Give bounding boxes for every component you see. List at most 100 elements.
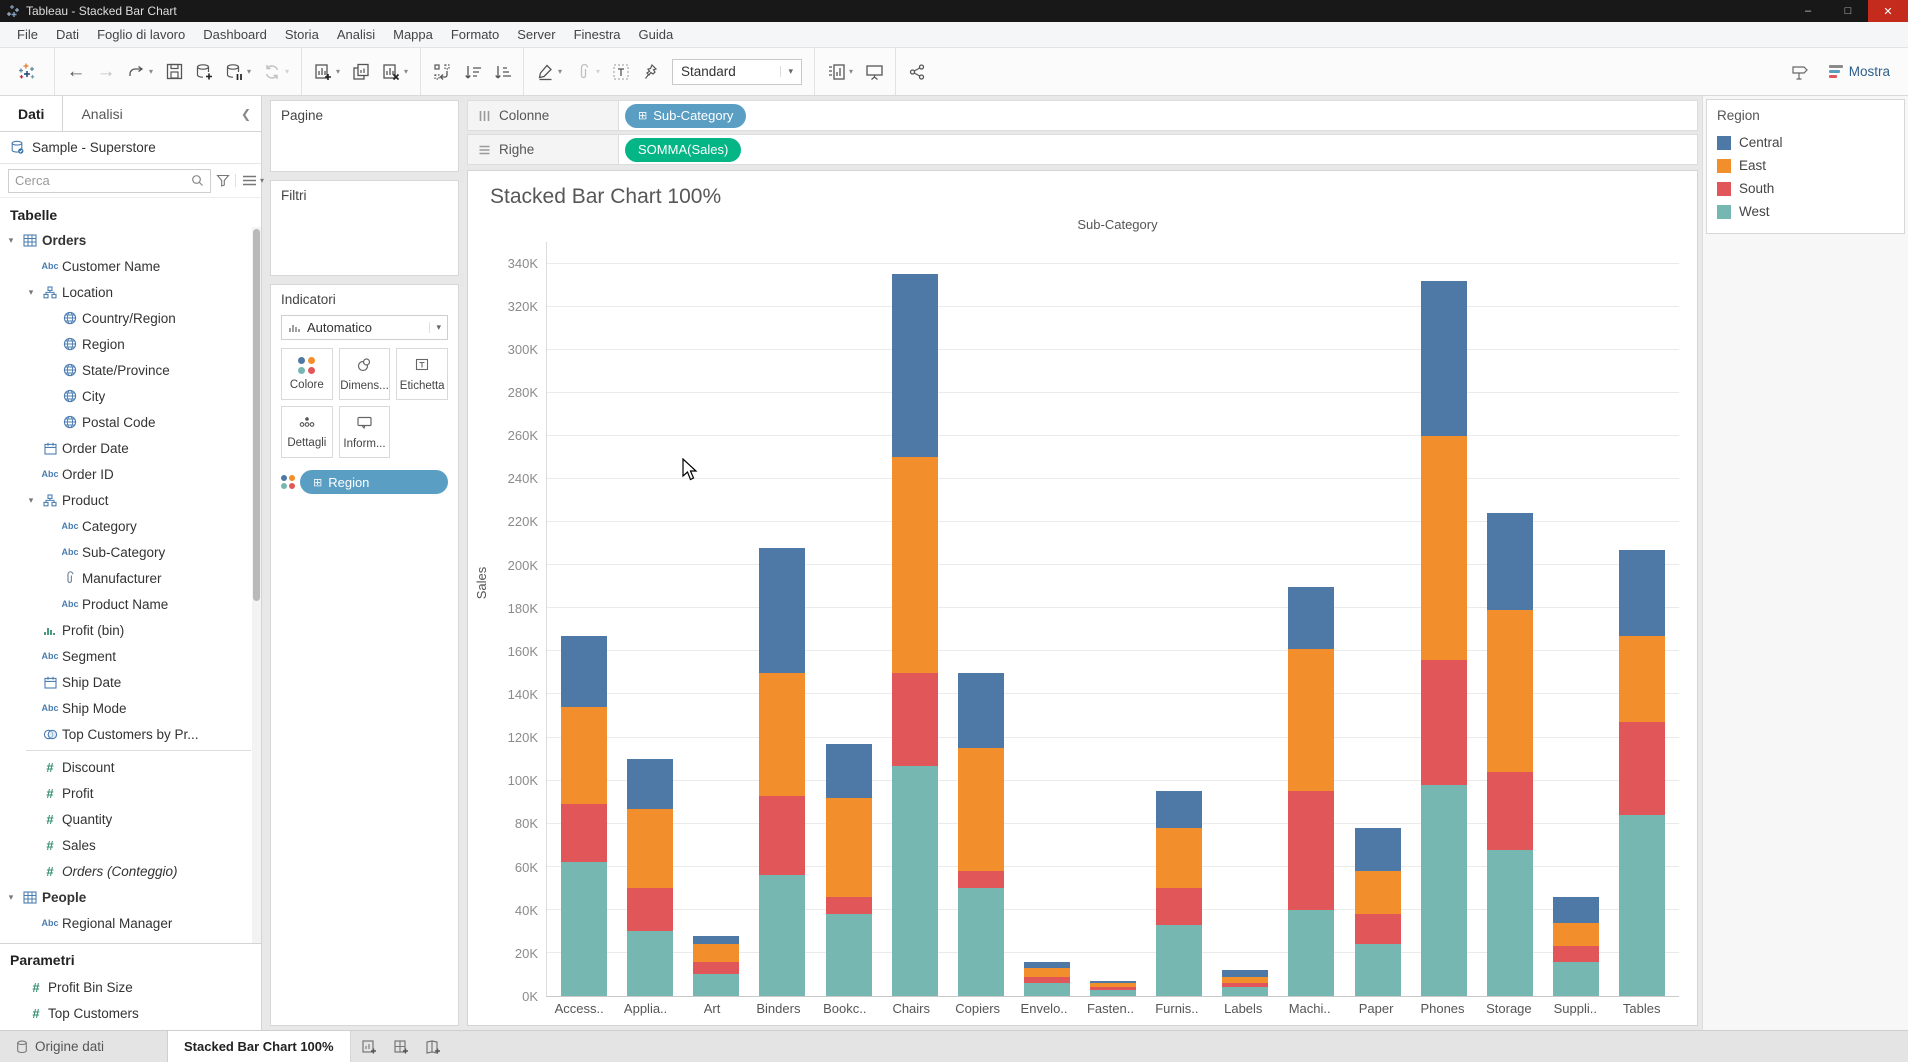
field-top-customers-by-pr-[interactable]: Top Customers by Pr... [0, 721, 261, 747]
undo-button[interactable]: ← [61, 56, 91, 88]
new-worksheet-tab-button[interactable] [355, 1034, 385, 1060]
field-ship-mode[interactable]: AbcShip Mode [0, 695, 261, 721]
collapse-pane-icon[interactable]: ❮ [231, 96, 261, 131]
field-quantity[interactable]: #Quantity [0, 806, 261, 832]
field-orders[interactable]: ▾Orders [0, 227, 261, 253]
field-sub-category[interactable]: AbcSub-Category [0, 539, 261, 565]
field-segment[interactable]: AbcSegment [0, 643, 261, 669]
bar-segment-west[interactable] [693, 974, 739, 996]
bar-segment-east[interactable] [892, 457, 938, 672]
bar-segment-east[interactable] [759, 673, 805, 796]
bar-segment-central[interactable] [759, 548, 805, 673]
datasource-row[interactable]: Sample - Superstore [0, 132, 261, 164]
marks-button-tooltip[interactable]: Inform... [339, 406, 391, 458]
bar-segment-east[interactable] [1619, 636, 1665, 722]
sheet-tab-active[interactable]: Stacked Bar Chart 100% [168, 1031, 351, 1062]
field-discount[interactable]: #Discount [0, 754, 261, 780]
stacked-bar[interactable] [1222, 242, 1268, 996]
bar-segment-south[interactable] [1288, 791, 1334, 909]
pages-card[interactable]: Pagine [270, 100, 459, 172]
menu-file[interactable]: File [8, 22, 47, 47]
field-location[interactable]: ▾Location [0, 279, 261, 305]
field-orders-conteggio-[interactable]: #Orders (Conteggio) [0, 858, 261, 884]
presentation-mode-button[interactable] [859, 56, 889, 88]
bar-segment-central[interactable] [627, 759, 673, 809]
bar-segment-south[interactable] [826, 897, 872, 914]
search-input[interactable] [15, 173, 191, 188]
bar-segment-central[interactable] [1619, 550, 1665, 636]
bar-segment-west[interactable] [1090, 990, 1136, 996]
field-manufacturer[interactable]: Manufacturer [0, 565, 261, 591]
legend-entry-east[interactable]: East [1717, 154, 1894, 177]
bar-segment-east[interactable] [627, 809, 673, 889]
menu-storia[interactable]: Storia [276, 22, 328, 47]
field-ship-date[interactable]: Ship Date [0, 669, 261, 695]
field-region[interactable]: Region [0, 331, 261, 357]
bar-segment-west[interactable] [1156, 925, 1202, 996]
bar-segment-central[interactable] [561, 636, 607, 707]
tableau-home-icon[interactable] [12, 56, 42, 88]
menu-guida[interactable]: Guida [630, 22, 683, 47]
parameter-profit-bin-size[interactable]: #Profit Bin Size [0, 974, 261, 1000]
expand-caret-icon[interactable]: ▾ [24, 495, 38, 506]
columns-shelf-pills[interactable]: ⊞ Sub-Category [619, 100, 1698, 131]
bar-segment-south[interactable] [1355, 914, 1401, 944]
bar-segment-east[interactable] [1553, 923, 1599, 947]
maximize-button[interactable]: □ [1828, 0, 1868, 22]
new-worksheet-caret[interactable]: ▾ [336, 67, 346, 76]
stacked-bar[interactable] [1156, 242, 1202, 996]
bar-segment-south[interactable] [693, 962, 739, 975]
field-order-date[interactable]: Order Date [0, 435, 261, 461]
menu-foglio-di-lavoro[interactable]: Foglio di lavoro [88, 22, 194, 47]
bar-segment-central[interactable] [1487, 513, 1533, 610]
menu-dashboard[interactable]: Dashboard [194, 22, 276, 47]
bar-segment-central[interactable] [693, 936, 739, 945]
bar-segment-south[interactable] [1619, 722, 1665, 815]
bar-segment-east[interactable] [1421, 436, 1467, 660]
highlight-button[interactable] [530, 56, 560, 88]
close-button[interactable]: ✕ [1868, 0, 1908, 22]
replay-caret[interactable]: ▾ [149, 67, 159, 76]
bar-segment-west[interactable] [892, 766, 938, 997]
save-button[interactable] [159, 56, 189, 88]
stacked-bar[interactable] [1355, 242, 1401, 996]
bar-segment-west[interactable] [759, 875, 805, 996]
bar-segment-west[interactable] [826, 914, 872, 996]
field-order-id[interactable]: AbcOrder ID [0, 461, 261, 487]
bar-segment-west[interactable] [1222, 987, 1268, 996]
bar-segment-east[interactable] [826, 798, 872, 897]
marks-button-color[interactable]: Colore [281, 348, 333, 400]
bar-segment-west[interactable] [1619, 815, 1665, 996]
stacked-bar[interactable] [1288, 242, 1334, 996]
stacked-bar[interactable] [759, 242, 805, 996]
sort-ascending-button[interactable] [457, 56, 487, 88]
bar-segment-south[interactable] [1156, 888, 1202, 925]
bar-segment-east[interactable] [1288, 649, 1334, 791]
bar-segment-east[interactable] [1156, 828, 1202, 888]
share-button[interactable] [902, 56, 932, 88]
fields-scrollbar[interactable] [252, 227, 261, 943]
legend-entry-central[interactable]: Central [1717, 131, 1894, 154]
bar-segment-west[interactable] [1288, 910, 1334, 996]
bar-segment-central[interactable] [958, 673, 1004, 748]
stacked-bar[interactable] [958, 242, 1004, 996]
show-mark-labels-caret[interactable]: ▾ [849, 67, 859, 76]
bar-segment-west[interactable] [1024, 983, 1070, 996]
bar-segment-west[interactable] [1421, 785, 1467, 996]
view-options-icon[interactable]: ▾ [235, 174, 264, 187]
expand-caret-icon[interactable]: ▾ [4, 892, 18, 903]
bar-segment-central[interactable] [1156, 791, 1202, 828]
tooltip-toolbar-icon[interactable] [1785, 56, 1815, 88]
swap-axes-button[interactable] [427, 56, 457, 88]
refresh-button[interactable] [257, 56, 287, 88]
menu-formato[interactable]: Formato [442, 22, 508, 47]
stacked-bar[interactable] [1487, 242, 1533, 996]
stacked-bar[interactable] [1421, 242, 1467, 996]
stacked-bar[interactable] [1090, 242, 1136, 996]
bar-segment-south[interactable] [561, 804, 607, 862]
rows-shelf-pills[interactable]: SOMMA(Sales) [619, 134, 1698, 165]
x-axis-labels[interactable]: Access..Applia..ArtBindersBookc..ChairsC… [468, 1001, 1697, 1025]
bar-segment-east[interactable] [958, 748, 1004, 871]
refresh-caret[interactable]: ▾ [285, 67, 295, 76]
new-story-tab-button[interactable] [419, 1034, 449, 1060]
